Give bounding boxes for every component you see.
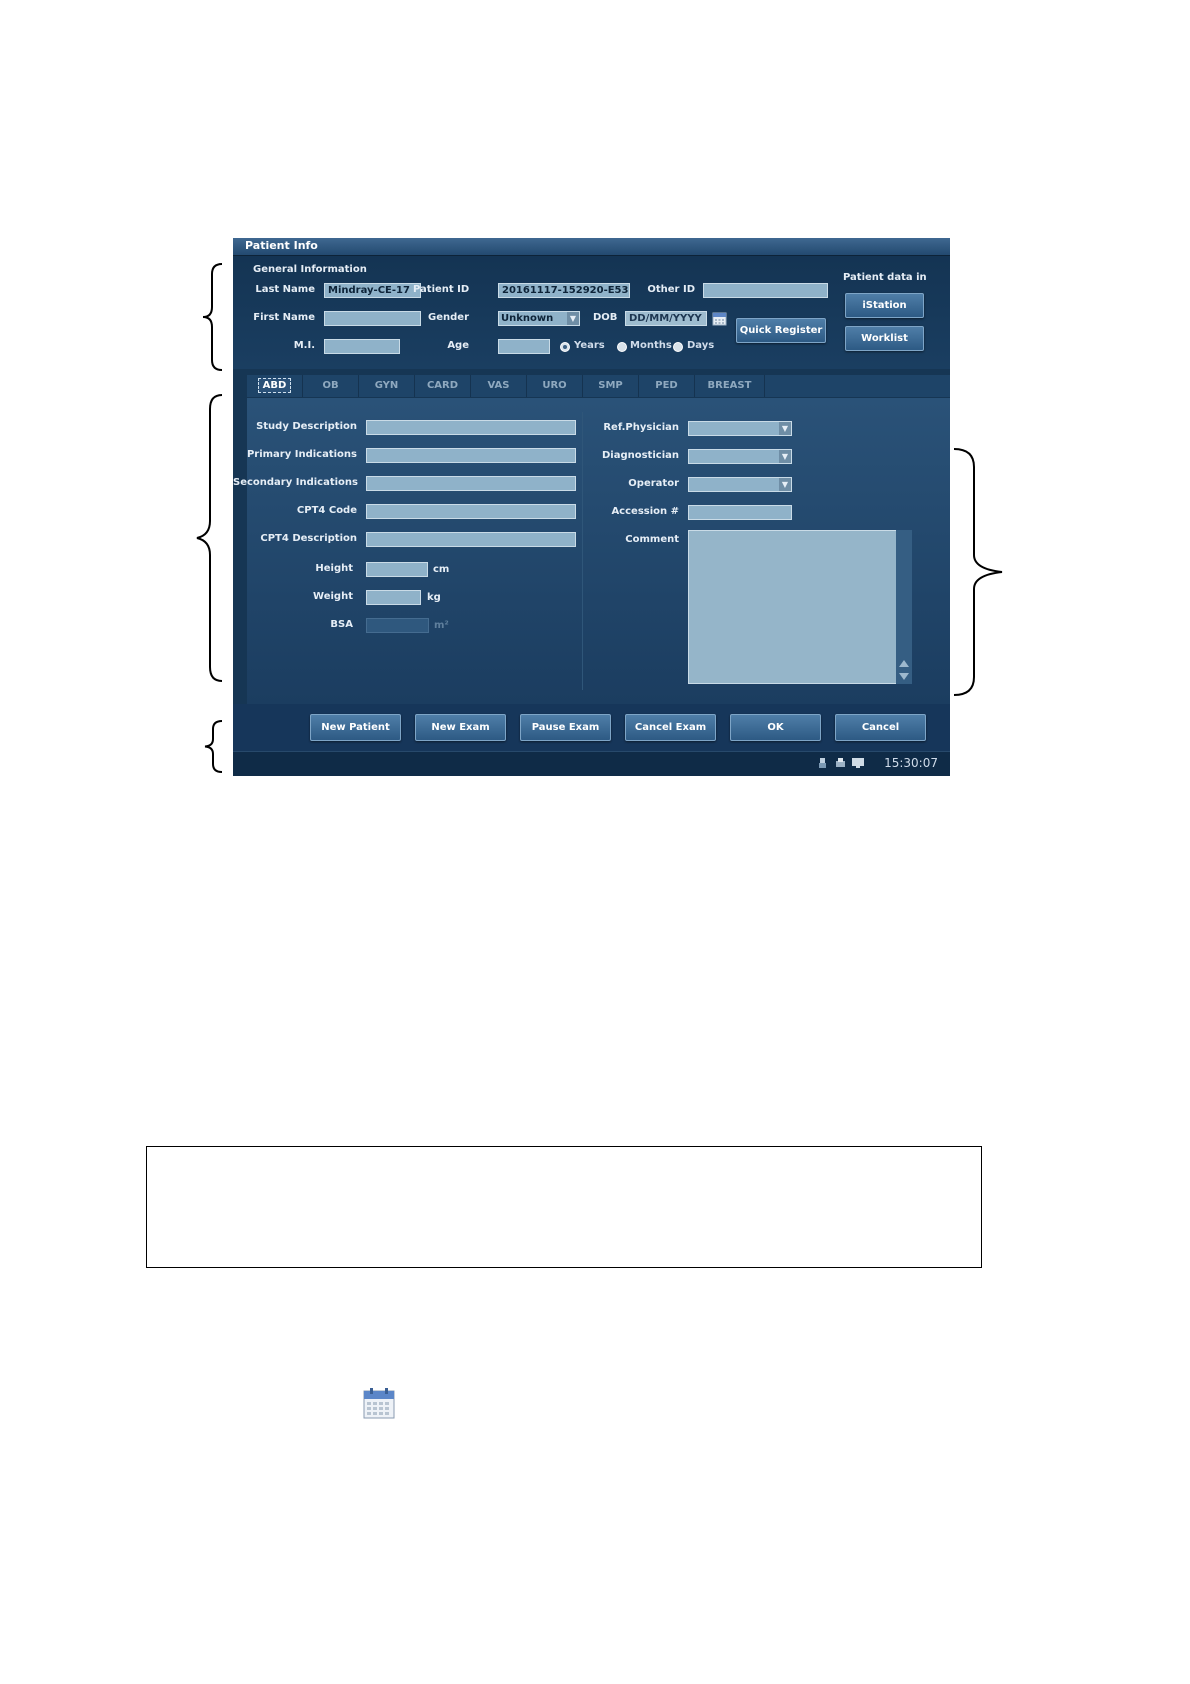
weight-field[interactable] bbox=[366, 590, 421, 605]
tab-abd-label: ABD bbox=[257, 378, 292, 393]
study-description-field[interactable] bbox=[366, 420, 576, 435]
tab-gyn[interactable]: GYN bbox=[359, 375, 415, 397]
age-unit-months-label: Months bbox=[630, 340, 672, 351]
gender-select[interactable]: Unknown ▼ bbox=[498, 311, 580, 326]
clock: 15:30:07 bbox=[884, 756, 938, 770]
age-unit-years-label: Years bbox=[574, 340, 605, 351]
ref-physician-label: Ref.Physician bbox=[603, 422, 679, 433]
pause-exam-button[interactable]: Pause Exam bbox=[520, 714, 611, 741]
age-unit-days-radio[interactable] bbox=[673, 342, 683, 352]
cancel-button[interactable]: Cancel bbox=[835, 714, 926, 741]
gender-value: Unknown bbox=[501, 313, 554, 324]
bsa-label: BSA bbox=[330, 619, 353, 630]
printer-icon bbox=[836, 758, 845, 767]
secondary-indications-label: Secondary Indications bbox=[233, 477, 358, 488]
other-id-field[interactable] bbox=[703, 283, 828, 298]
title-bar: Patient Info bbox=[233, 238, 950, 256]
tab-ob[interactable]: OB bbox=[303, 375, 359, 397]
other-id-label: Other ID bbox=[647, 284, 695, 295]
age-unit-months-radio[interactable] bbox=[617, 342, 627, 352]
tab-smp[interactable]: SMP bbox=[583, 375, 639, 397]
operator-select[interactable]: ▼ bbox=[688, 477, 792, 492]
network-icon bbox=[852, 758, 864, 768]
diagnostician-select[interactable]: ▼ bbox=[688, 449, 792, 464]
gender-label: Gender bbox=[428, 312, 469, 323]
bsa-unit: m² bbox=[434, 620, 449, 631]
new-patient-button[interactable]: New Patient bbox=[310, 714, 401, 741]
last-name-label: Last Name bbox=[255, 284, 315, 295]
scroll-arrows[interactable] bbox=[898, 658, 910, 682]
calendar-icon bbox=[363, 1388, 395, 1419]
age-field[interactable] bbox=[498, 339, 550, 354]
cpt4-code-label: CPT4 Code bbox=[296, 505, 357, 516]
cpt4-code-field[interactable] bbox=[366, 504, 576, 519]
tab-ped[interactable]: PED bbox=[639, 375, 695, 397]
quick-register-button[interactable]: Quick Register bbox=[736, 318, 826, 343]
mi-label: M.I. bbox=[293, 340, 315, 351]
brace-general bbox=[202, 263, 223, 371]
mi-field[interactable] bbox=[324, 339, 400, 354]
dropdown-arrow-icon: ▼ bbox=[567, 312, 579, 325]
patient-data-in-label: Patient data in bbox=[843, 272, 927, 283]
tab-abd[interactable]: ABD bbox=[247, 375, 303, 397]
scroll-down-icon bbox=[899, 673, 909, 680]
note-box bbox=[146, 1146, 982, 1268]
window-title: Patient Info bbox=[245, 239, 318, 252]
cpt4-description-field[interactable] bbox=[366, 532, 576, 547]
dob-field[interactable]: DD/MM/YYYY bbox=[625, 311, 707, 326]
dob-label: DOB bbox=[593, 312, 618, 323]
primary-indications-label: Primary Indications bbox=[246, 449, 357, 460]
age-label: Age bbox=[447, 340, 469, 351]
study-description-label: Study Description bbox=[256, 421, 357, 432]
weight-label: Weight bbox=[313, 591, 353, 602]
general-information-heading: General Information bbox=[253, 264, 367, 275]
cancel-exam-button[interactable]: Cancel Exam bbox=[625, 714, 716, 741]
tab-breast[interactable]: BREAST bbox=[695, 375, 765, 397]
ok-button[interactable]: OK bbox=[730, 714, 821, 741]
accession-label: Accession # bbox=[611, 506, 679, 517]
exam-tabs: ABD OB GYN CARD VAS URO SMP PED BREAST bbox=[247, 375, 950, 397]
status-bar: 15:30:07 bbox=[233, 751, 950, 776]
ref-physician-select[interactable]: ▼ bbox=[688, 421, 792, 436]
cpt4-description-label: CPT4 Description bbox=[260, 533, 357, 544]
age-unit-days-label: Days bbox=[687, 340, 715, 351]
accession-field[interactable] bbox=[688, 505, 792, 520]
first-name-label: First Name bbox=[253, 312, 315, 323]
tab-card[interactable]: CARD bbox=[415, 375, 471, 397]
height-field[interactable] bbox=[366, 562, 428, 577]
tab-uro[interactable]: URO bbox=[527, 375, 583, 397]
brace-exam-right bbox=[953, 448, 1003, 696]
comment-scrollbar[interactable] bbox=[896, 530, 912, 684]
dropdown-arrow-icon: ▼ bbox=[779, 450, 791, 463]
operator-label: Operator bbox=[628, 478, 679, 489]
worklist-button[interactable]: Worklist bbox=[845, 326, 924, 351]
first-name-field[interactable] bbox=[324, 311, 421, 326]
bsa-field bbox=[366, 618, 429, 633]
comment-textarea[interactable] bbox=[688, 530, 897, 684]
comment-label: Comment bbox=[625, 534, 679, 545]
new-exam-button[interactable]: New Exam bbox=[415, 714, 506, 741]
tab-vas[interactable]: VAS bbox=[471, 375, 527, 397]
weight-unit: kg bbox=[427, 592, 441, 603]
usb-icon bbox=[819, 758, 826, 768]
calendar-icon[interactable] bbox=[712, 311, 727, 326]
brace-buttons bbox=[204, 720, 223, 773]
patient-info-window: Patient Info General Information Last Na… bbox=[233, 238, 950, 776]
patient-id-field[interactable]: 20161117-152920-E531 bbox=[498, 283, 630, 298]
last-name-field[interactable]: Mindray-CE-17 bbox=[324, 283, 421, 298]
istation-button[interactable]: iStation bbox=[845, 293, 924, 318]
height-unit: cm bbox=[433, 564, 450, 575]
diagnostician-label: Diagnostician bbox=[601, 450, 679, 461]
dropdown-arrow-icon: ▼ bbox=[779, 422, 791, 435]
age-unit-years-radio[interactable] bbox=[560, 342, 570, 352]
secondary-indications-field[interactable] bbox=[366, 476, 576, 491]
general-information-section: General Information Last Name Mindray-CE… bbox=[233, 256, 950, 369]
patient-id-label: Patient ID bbox=[413, 284, 470, 295]
height-label: Height bbox=[315, 563, 353, 574]
brace-exam-left bbox=[196, 394, 223, 682]
dropdown-arrow-icon: ▼ bbox=[779, 478, 791, 491]
primary-indications-field[interactable] bbox=[366, 448, 576, 463]
scroll-up-icon bbox=[899, 660, 909, 667]
